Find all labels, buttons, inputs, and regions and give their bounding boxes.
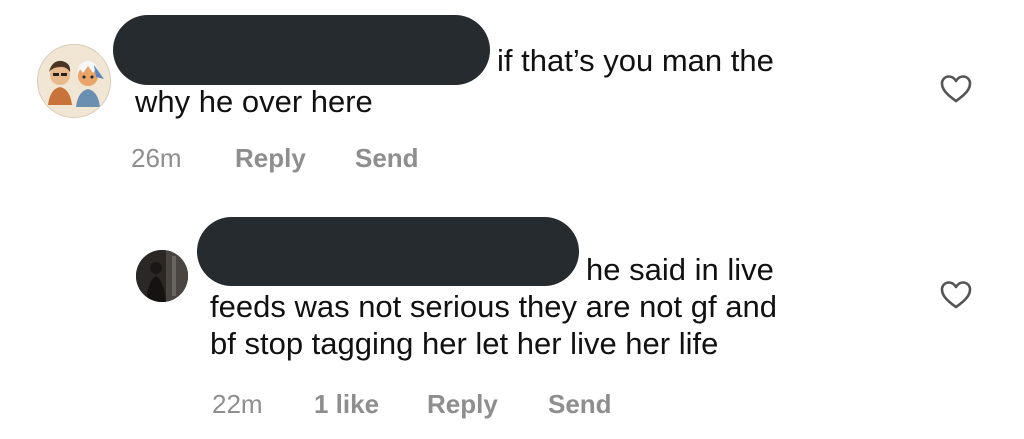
comment-text-line: bf stop tagging her let her live her lif…	[210, 326, 719, 361]
comment-time: 26m	[131, 143, 182, 173]
redacted-username	[113, 15, 490, 85]
comment-text-line: feeds was not serious they are not gf an…	[210, 289, 777, 324]
avatar[interactable]	[136, 250, 188, 302]
comment-text-line: why he over here	[135, 84, 373, 119]
reply-button[interactable]: Reply	[235, 143, 306, 174]
redacted-username	[197, 217, 579, 286]
heart-icon[interactable]	[940, 280, 972, 310]
comment-meta: 26m Reply Send	[131, 143, 531, 175]
send-button[interactable]: Send	[548, 389, 612, 420]
dark-photo-avatar-icon	[136, 250, 188, 302]
cartoon-couple-avatar-icon	[38, 45, 110, 117]
avatar[interactable]	[37, 44, 111, 118]
heart-icon[interactable]	[940, 74, 972, 104]
comment: if that’s you man the why he over here 2…	[0, 0, 1024, 200]
comment-text-line: if that’s you man the	[497, 43, 774, 78]
comment-time: 22m	[212, 389, 263, 419]
comments-thread: { "comments": [ { "avatar_icon": "cartoo…	[0, 0, 1024, 439]
reply-button[interactable]: Reply	[427, 389, 498, 420]
likes-count[interactable]: 1 like	[314, 389, 379, 420]
comment-reply: he said in live feeds was not serious th…	[0, 200, 1024, 439]
send-button[interactable]: Send	[355, 143, 419, 174]
comment-meta: 22m 1 like Reply Send	[212, 389, 712, 421]
comment-text-line: he said in live	[586, 252, 774, 287]
